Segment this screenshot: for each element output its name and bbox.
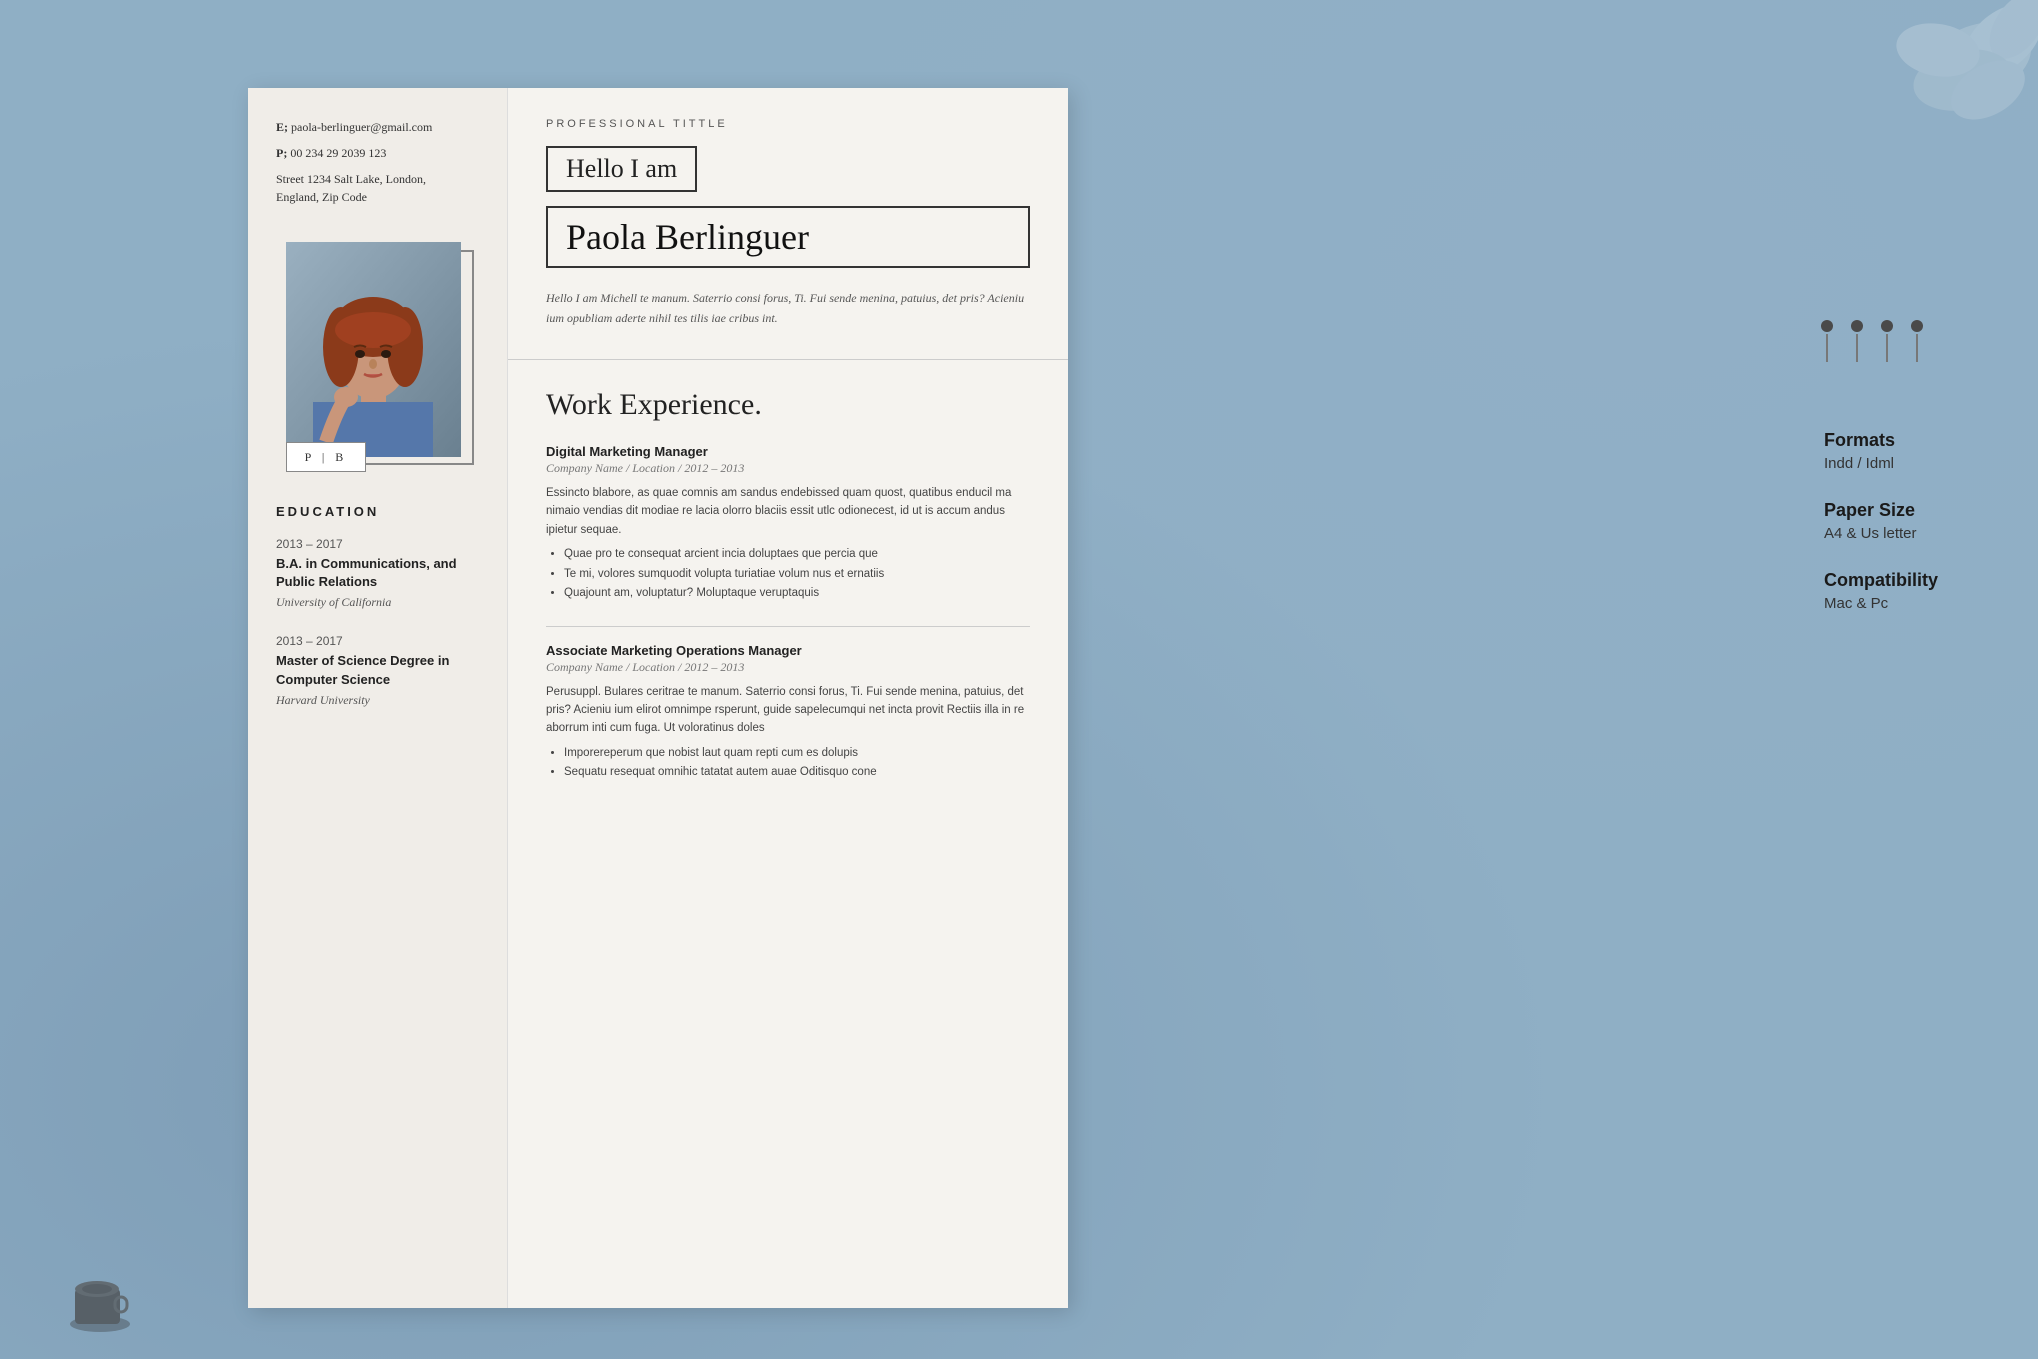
compat-value: Mac & Pc [1824,595,1938,612]
photo-area: P | B [286,242,476,472]
profile-photo [286,242,461,457]
bio-text: Hello I am Michell te manum. Saterrio co… [546,288,1030,329]
contact-info: E; paola-berlinguer@gmail.com P; 00 234 … [276,118,479,214]
work-title: Work Experience. [546,388,1030,422]
email-label: E; [276,120,288,134]
formats-value: Indd / Idml [1824,455,1938,472]
address-line: Street 1234 Salt Lake, London, England, … [276,170,479,206]
divider [546,626,1030,627]
coffee-cup-decoration [60,1259,140,1339]
edu-university-1: University of California [276,595,479,610]
phone-label: P; [276,146,287,160]
bullet-1-3: Quajount am, voluptatur? Moluptaque veru… [564,584,1030,604]
bullet-1-2: Te mi, volores sumquodit volupta turiati… [564,565,1030,585]
email-line: E; paola-berlinguer@gmail.com [276,118,479,136]
address-line1: Street 1234 Salt Lake, London, [276,172,426,186]
photo-initials: P | B [286,442,366,472]
job-bullets-2: Imporereperum que nobist laut quam repti… [546,744,1030,783]
plant-decoration [1818,0,2038,200]
hello-text: Hello I am [546,146,697,192]
phone-line: P; 00 234 29 2039 123 [276,144,479,162]
job-bullets-1: Quae pro te consequat arcient incia dolu… [546,545,1030,604]
job-item-2: Associate Marketing Operations Manager C… [546,643,1030,783]
education-title: EDUCATION [276,504,479,519]
paper-size-info: Paper Size A4 & Us letter [1824,500,1938,542]
formats-label: Formats [1824,430,1938,451]
professional-title-label: PROFESSIONAL TITTLE [546,118,1030,130]
pin-1 [1821,320,1833,362]
edu-year-1: 2013 – 2017 [276,537,479,551]
pins-decoration [1821,320,1923,362]
bullet-2-1: Imporereperum que nobist laut quam repti… [564,744,1030,764]
address-line2: England, Zip Code [276,190,367,204]
pin-4 [1911,320,1923,362]
job-item-1: Digital Marketing Manager Company Name /… [546,444,1030,604]
name-text: Paola Berlinguer [546,206,1030,268]
formats-info: Formats Indd / Idml [1824,430,1938,472]
bullet-2-2: Sequatu resequat omnihic tatatat autem a… [564,763,1030,783]
paper-value: A4 & Us letter [1824,525,1938,542]
edu-university-2: Harvard University [276,693,479,708]
job-desc-1: Essincto blabore, as quae comnis am sand… [546,484,1030,539]
paper-label: Paper Size [1824,500,1938,521]
edu-item-1: 2013 – 2017 B.A. in Communications, and … [276,537,479,610]
header-section: PROFESSIONAL TITTLE Hello I am Paola Ber… [508,88,1068,360]
left-column: E; paola-berlinguer@gmail.com P; 00 234 … [248,88,508,1308]
job-title-2: Associate Marketing Operations Manager [546,643,1030,658]
education-section: EDUCATION 2013 – 2017 B.A. in Communicat… [276,504,479,1278]
info-panel: Formats Indd / Idml Paper Size A4 & Us l… [1824,430,1938,612]
compat-label: Compatibility [1824,570,1938,591]
email-value: paola-berlinguer@gmail.com [291,120,432,134]
job-company-1: Company Name / Location / 2012 – 2013 [546,461,1030,476]
bullet-1-1: Quae pro te consequat arcient incia dolu… [564,545,1030,565]
phone-value: 00 234 29 2039 123 [290,146,386,160]
edu-degree-2: Master of Science Degree in Computer Sci… [276,652,479,688]
edu-item-2: 2013 – 2017 Master of Science Degree in … [276,634,479,707]
job-title-1: Digital Marketing Manager [546,444,1030,459]
job-company-2: Company Name / Location / 2012 – 2013 [546,660,1030,675]
work-section: Work Experience. Digital Marketing Manag… [508,360,1068,1308]
pin-2 [1851,320,1863,362]
compatibility-info: Compatibility Mac & Pc [1824,570,1938,612]
edu-degree-1: B.A. in Communications, and Public Relat… [276,555,479,591]
resume-document: E; paola-berlinguer@gmail.com P; 00 234 … [248,88,1068,1308]
pin-3 [1881,320,1893,362]
job-desc-2: Perusuppl. Bulares ceritrae te manum. Sa… [546,683,1030,738]
right-column: PROFESSIONAL TITTLE Hello I am Paola Ber… [508,88,1068,1308]
name-block: Hello I am Paola Berlinguer [546,146,1030,268]
edu-year-2: 2013 – 2017 [276,634,479,648]
